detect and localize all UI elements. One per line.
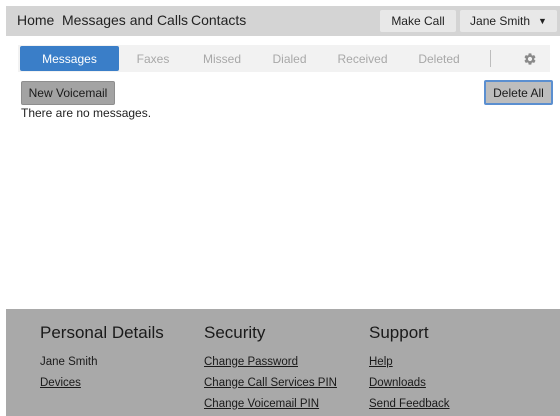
new-voicemail-button[interactable]: New Voicemail — [21, 81, 115, 105]
footer: Personal Details Jane Smith Devices Secu… — [6, 309, 560, 416]
footer-support: Support Help Downloads Send Feedback — [369, 323, 450, 416]
footer-personal-heading: Personal Details — [40, 323, 164, 342]
send-feedback-link[interactable]: Send Feedback — [369, 397, 450, 416]
tab-divider — [490, 50, 491, 67]
footer-security-heading: Security — [204, 323, 266, 342]
footer-support-heading: Support — [369, 323, 429, 342]
change-password-link[interactable]: Change Password — [204, 355, 337, 376]
tab-deleted[interactable]: Deleted — [408, 46, 470, 71]
help-link[interactable]: Help — [369, 355, 450, 376]
tab-missed[interactable]: Missed — [193, 46, 251, 71]
make-call-button[interactable]: Make Call — [380, 10, 456, 32]
change-call-services-pin-link[interactable]: Change Call Services PIN — [204, 376, 337, 397]
downloads-link[interactable]: Downloads — [369, 376, 450, 397]
message-tabs: Messages Faxes Missed Dialed Received De… — [18, 45, 550, 72]
tab-faxes[interactable]: Faxes — [125, 46, 181, 71]
tab-messages[interactable]: Messages — [20, 46, 119, 71]
empty-messages-text: There are no messages. — [21, 106, 152, 120]
footer-personal-details: Personal Details Jane Smith Devices — [40, 323, 164, 397]
footer-security: Security Change Password Change Call Ser… — [204, 323, 337, 416]
chevron-down-icon: ▼ — [538, 16, 547, 26]
nav-messages-and-calls-link[interactable]: Messages and Calls — [62, 12, 188, 28]
devices-link[interactable]: Devices — [40, 376, 164, 397]
user-menu-button[interactable]: Jane Smith ▼ — [460, 10, 557, 32]
nav-contacts-link[interactable]: Contacts — [191, 12, 246, 28]
user-name-label: Jane Smith — [470, 14, 531, 28]
top-navigation-bar: Home Messages and Calls Contacts Make Ca… — [6, 6, 560, 36]
nav-home-link[interactable]: Home — [17, 12, 54, 28]
change-voicemail-pin-link[interactable]: Change Voicemail PIN — [204, 397, 337, 416]
tab-received[interactable]: Received — [329, 46, 396, 71]
gear-icon[interactable] — [521, 50, 538, 67]
delete-all-button[interactable]: Delete All — [484, 80, 553, 105]
tab-dialed[interactable]: Dialed — [262, 46, 317, 71]
footer-user-name: Jane Smith — [40, 356, 98, 368]
